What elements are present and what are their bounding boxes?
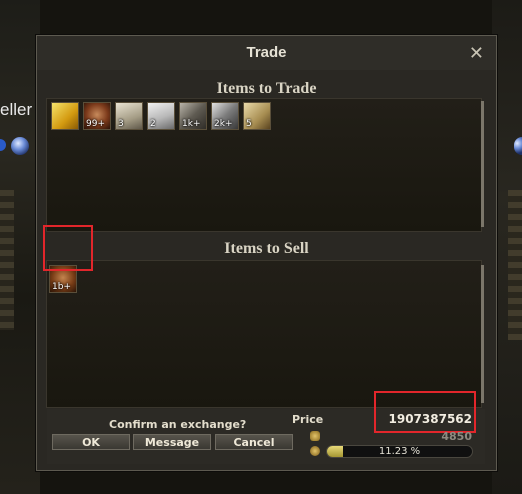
message-button[interactable]: Message — [133, 434, 211, 450]
orb-icon-right — [514, 137, 522, 155]
cancel-button[interactable]: Cancel — [215, 434, 293, 450]
slot-count: 3 — [118, 119, 124, 129]
slot-count: 2k+ — [214, 119, 233, 129]
trade-titlebar[interactable]: Trade ✕ — [37, 36, 496, 70]
trade-slot-scroll-icon[interactable]: 3 — [115, 102, 143, 130]
items-to-sell-panel: 1b+ — [46, 260, 484, 408]
slot-count: 99+ — [86, 119, 105, 129]
character-armor-left — [0, 190, 14, 330]
price-highlight — [374, 391, 476, 433]
price-label: Price — [292, 413, 324, 426]
slot-count: 1k+ — [182, 119, 201, 129]
ok-button[interactable]: OK — [52, 434, 130, 450]
orb-icon — [11, 137, 29, 155]
weight-icon — [310, 446, 320, 456]
trade-slot-tool-icon[interactable]: 1k+ — [179, 102, 207, 130]
close-icon[interactable]: ✕ — [469, 43, 484, 64]
trade-slot-plate-icon[interactable]: 2 — [147, 102, 175, 130]
slot-count: 5 — [246, 119, 252, 129]
items-to-trade-title: Items to Trade — [216, 80, 317, 97]
progress-text: 11.23 % — [378, 446, 421, 457]
trade-slot-map-icon[interactable]: 5 — [243, 102, 271, 130]
slot-count: 2 — [150, 119, 156, 129]
trade-slot-bag-icon[interactable]: 99+ — [83, 102, 111, 130]
trade-slot-wrench-icon[interactable]: 2k+ — [211, 102, 239, 130]
items-to-sell-title: Items to Sell — [224, 240, 309, 257]
slot-count: 1b+ — [52, 282, 71, 292]
gold-coin-icon — [310, 431, 320, 441]
sell-slot-highlight — [43, 225, 93, 271]
trade-scrollbar[interactable] — [481, 101, 484, 227]
window-title: Trade — [246, 44, 287, 61]
progress-bar: 11.23 % — [326, 445, 473, 458]
confirm-exchange-text: Confirm an exchange? — [109, 418, 247, 431]
trade-slot-gold-bar-icon[interactable] — [51, 102, 79, 130]
sell-scrollbar[interactable] — [481, 265, 484, 403]
npc-name-label: eller — [0, 100, 33, 119]
items-to-trade-panel: 99+ 3 2 1k+ 2k+ 5 — [46, 98, 484, 232]
secondary-value: 4850 — [441, 430, 472, 443]
trade-window: Trade ✕ Items to Trade 99+ 3 2 1k+ 2k+ 5… — [36, 35, 497, 471]
character-armor-right — [508, 190, 522, 340]
